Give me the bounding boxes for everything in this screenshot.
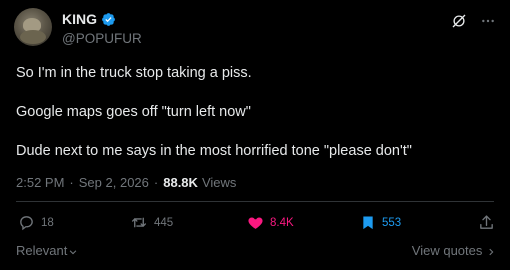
action-bar: 18 445 8.4K 553 (18, 214, 494, 234)
views-label: Views (201, 175, 237, 190)
divider (16, 201, 494, 202)
share-icon (478, 214, 495, 231)
reply-sort-row: Relevant View quotes (16, 243, 496, 258)
relevant-label: Relevant (16, 243, 68, 258)
bookmark-count: 553 (382, 216, 402, 229)
relevant-sort-dropdown[interactable]: Relevant (16, 243, 78, 258)
verified-badge-icon (101, 12, 116, 27)
avatar-figure-body (20, 30, 46, 44)
like-button[interactable]: 8.4K (247, 214, 294, 231)
author-name[interactable]: KING (62, 11, 97, 27)
top-actions (450, 12, 496, 30)
view-quotes-label: View quotes (411, 243, 483, 258)
tweet-date[interactable]: Sep 2, 2026 (79, 175, 149, 190)
repost-icon (130, 214, 148, 231)
tweet-line: Dude next to me says in the most horrifi… (16, 143, 412, 159)
tweet-line: Google maps goes off "turn left now" (16, 104, 251, 120)
tweet-time[interactable]: 2:52 PM (16, 175, 64, 190)
heart-icon (247, 214, 264, 231)
chevron-right-icon (489, 248, 494, 255)
reply-button[interactable]: 18 (18, 214, 54, 231)
like-count: 8.4K (270, 216, 294, 229)
repost-button[interactable]: 445 (130, 214, 173, 231)
chevron-down-icon (70, 249, 77, 254)
repost-count: 445 (154, 216, 174, 229)
view-quotes-link[interactable]: View quotes (412, 243, 496, 258)
avatar[interactable] (14, 8, 52, 46)
more-options-icon[interactable] (480, 13, 496, 29)
reply-icon (18, 214, 35, 231)
bookmark-icon (360, 214, 376, 231)
share-button[interactable] (478, 214, 495, 231)
author-handle[interactable]: @POPUFUR (62, 31, 142, 46)
grok-icon[interactable] (450, 12, 468, 30)
meta-separator: · (69, 175, 74, 190)
reply-count: 18 (41, 216, 54, 229)
author-name-row[interactable]: KING (62, 11, 116, 27)
bookmark-button[interactable]: 553 (360, 214, 401, 231)
tweet-line: So I'm in the truck stop taking a piss. (16, 65, 252, 81)
tweet-meta: 2:52 PM · Sep 2, 2026 · 88.8K Views (16, 175, 236, 190)
meta-separator: · (153, 175, 159, 190)
views-count: 88.8K (163, 175, 198, 190)
tweet-text: So I'm in the truck stop taking a piss. … (16, 64, 496, 161)
